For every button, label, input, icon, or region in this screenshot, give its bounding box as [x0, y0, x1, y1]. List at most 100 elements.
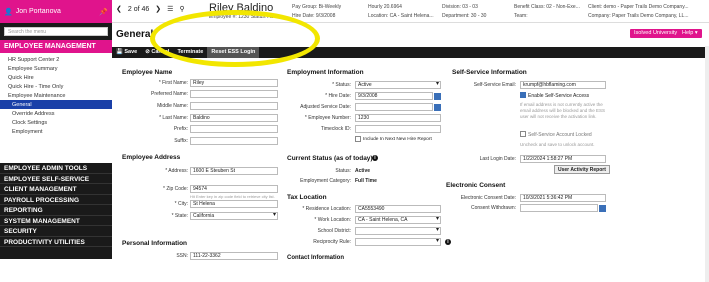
adjusted-service-input[interactable] [355, 103, 433, 111]
employee-name-header: Riley Baldino [209, 2, 274, 14]
employment-category-value: Full Time [355, 178, 377, 184]
adjusted-service-label: Adjusted Service Date: [300, 104, 351, 110]
scrollbar[interactable] [705, 46, 709, 282]
sidebar: 👤 Jon Portanova 📌 Search the menu EMPLOY… [0, 0, 112, 259]
list-icon[interactable]: ☰ [167, 5, 173, 13]
sidebar-item-override-address[interactable]: Override Address [0, 109, 112, 118]
employee-number-input[interactable]: 1230 [355, 114, 441, 122]
hire-date-input[interactable]: 9/3/2008 [355, 92, 433, 100]
employee-number: 1230 [238, 14, 250, 20]
record-position: 2 of 46 [127, 5, 150, 13]
school-district-select[interactable] [355, 227, 441, 235]
menu-employee-admin-tools[interactable]: EMPLOYEE ADMIN TOOLS [0, 163, 112, 174]
next-record-icon[interactable]: ❯ [155, 5, 161, 13]
search-icon[interactable]: ⚲ [179, 5, 184, 13]
reciprocity-select[interactable] [355, 238, 441, 246]
calendar-icon[interactable] [434, 93, 441, 100]
emp-status-select[interactable]: Active [355, 81, 441, 89]
menu-productivity-utilities[interactable]: PRODUCTIVITY UTILITIES [0, 237, 112, 247]
sidebar-item-employee-summary[interactable]: Employee Summary [0, 64, 112, 73]
team: Team: [514, 13, 528, 19]
contact-info-heading: Contact Information [287, 255, 344, 261]
consent-withdrawn-input[interactable] [520, 204, 598, 212]
pay-group: Pay Group: Bi-Weekly [292, 4, 342, 10]
personal-info-heading: Personal Information [122, 240, 188, 247]
user-activity-report-button[interactable]: User Activity Report [554, 165, 610, 174]
city-input[interactable]: St Helena [190, 200, 278, 208]
sidebar-item-quick-hire[interactable]: Quick Hire [0, 73, 112, 82]
info-icon[interactable]: i [445, 239, 451, 245]
status-value: Active [267, 14, 282, 20]
sidebar-item-general[interactable]: General [0, 100, 112, 109]
last-login-label: Last Login Date: [479, 156, 516, 162]
prev-record-icon[interactable]: ❮ [116, 5, 122, 13]
menu-client-management[interactable]: CLIENT MANAGEMENT [0, 184, 112, 195]
employee-number-label: Employee #: [209, 14, 237, 20]
ess-locked-note: Uncheck and save to unlock account. [520, 142, 595, 147]
zip-label: * Zip Code: [162, 186, 188, 192]
menu-search-input[interactable]: Search the menu [4, 27, 108, 36]
sidebar-item-quick-hire-time[interactable]: Quick Hire - Time Only [0, 82, 112, 91]
calendar-icon[interactable] [599, 205, 606, 212]
city-label: * City: [174, 201, 188, 207]
employee-subinfo: Employee #: 1230 Status: Active [209, 14, 281, 20]
zip-input[interactable]: 94574 [190, 185, 278, 193]
consent-withdrawn-label: Consent Withdrawn: [470, 205, 516, 211]
record-nav: ❮ 2 of 46 ❯ ☰ ⚲ [116, 5, 185, 14]
menu-payroll-processing[interactable]: PAYROLL PROCESSING [0, 195, 112, 205]
user-bar[interactable]: 👤 Jon Portanova 📌 [0, 0, 112, 23]
sidebar-item-hr-support[interactable]: HR Support Center 2 [0, 55, 112, 64]
sidebar-item-employment[interactable]: Employment [0, 127, 112, 136]
timeclock-label: Timeclock ID: [320, 126, 351, 132]
ess-email-input[interactable]: krumpf@hbflaming.com [520, 81, 606, 89]
include-new-hire-checkbox[interactable] [355, 136, 361, 142]
suffix-label: Suffix: [174, 138, 188, 144]
address-input[interactable]: 1600 E Steuben St [190, 167, 278, 175]
ess-locked-checkbox[interactable] [520, 131, 526, 137]
timeclock-input[interactable] [355, 125, 441, 133]
menu-reporting[interactable]: REPORTING [0, 205, 112, 216]
work-location-select[interactable]: CA - Saint Helena, CA [355, 216, 441, 224]
client: Client: demo - Paper Trails Demo Company… [588, 4, 689, 10]
calendar-icon[interactable] [434, 104, 441, 111]
hire-date-header: Hire Date: 9/3/2008 [292, 13, 336, 19]
university-button[interactable]: Isolved University [630, 29, 682, 38]
save-label: Save [124, 49, 138, 55]
suffix-input[interactable] [190, 137, 278, 145]
help-button[interactable]: Help ▾ [678, 29, 702, 38]
tax-location-heading: Tax Location [287, 194, 327, 201]
menu-employee-self-service[interactable]: EMPLOYEE SELF-SERVICE [0, 174, 112, 184]
employee-number-label: * Employee Number: [304, 115, 351, 121]
residence-location-input[interactable]: CA5553490 [355, 205, 441, 213]
menu-system-management[interactable]: SYSTEM MANAGEMENT [0, 216, 112, 226]
current-status-heading: Current Status (as of today) [287, 155, 373, 162]
status-label: Status: [250, 14, 267, 20]
first-name-input[interactable]: Riley [190, 79, 278, 87]
middle-name-input[interactable] [190, 102, 278, 110]
state-select[interactable]: California [190, 212, 278, 220]
terminate-button[interactable]: Terminate [173, 47, 207, 58]
cancel-button[interactable]: ⊘ Cancel [141, 47, 173, 58]
ess-locked-label: Self-Service Account Locked [528, 132, 592, 138]
consent-date-label: Electronic Consent Date: [460, 195, 516, 201]
enable-ess-checkbox[interactable] [520, 92, 526, 98]
company: Company: Paper Trails Demo Company, LL..… [588, 13, 689, 19]
menu-security[interactable]: SECURITY [0, 226, 112, 237]
main-content: General Isolved University Help ▾ 💾 Save… [112, 23, 709, 282]
user-name: Jon Portanova [15, 8, 61, 15]
last-name-input[interactable]: Baldino [190, 114, 278, 122]
save-button[interactable]: 💾 Save [112, 47, 141, 58]
pin-icon[interactable]: 📌 [99, 8, 108, 16]
info-icon[interactable]: i [372, 155, 378, 161]
address-label: * Address: [165, 168, 188, 174]
menu-section-employee-management[interactable]: EMPLOYEE MANAGEMENT [0, 40, 112, 53]
sidebar-item-employee-maintenance[interactable]: Employee Maintenance [0, 91, 112, 100]
prefix-label: Prefix: [173, 126, 188, 132]
self-service-heading: Self-Service Information [452, 69, 527, 76]
sidebar-item-clock-settings[interactable]: Clock Settings [0, 118, 112, 127]
prefix-input[interactable] [190, 125, 278, 133]
reset-ess-button[interactable]: Reset ESS Login [207, 47, 260, 58]
residence-location-label: * Residence Location: [302, 206, 351, 212]
preferred-name-input[interactable] [190, 90, 278, 98]
employment-category-label: Employment Category: [300, 178, 351, 184]
